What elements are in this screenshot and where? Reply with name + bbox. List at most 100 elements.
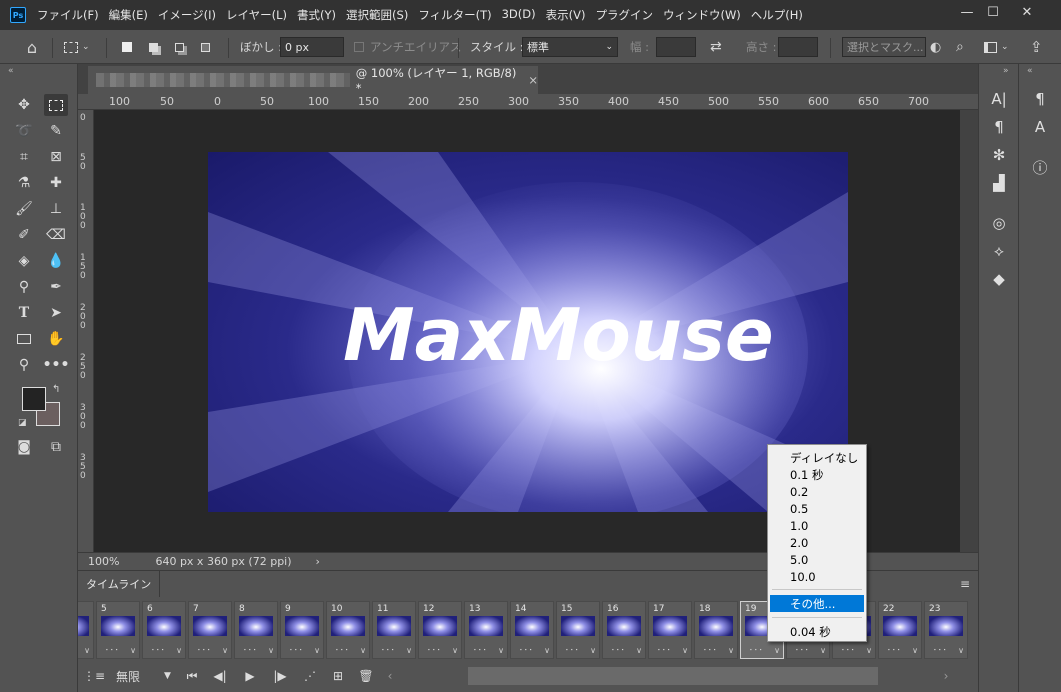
character-styles-icon[interactable]: A (1027, 116, 1053, 138)
play-icon[interactable]: ▶ (240, 663, 260, 689)
history-brush-tool-icon[interactable]: ✐ (12, 224, 36, 246)
timeline-scrollbar-thumb[interactable] (468, 667, 878, 685)
frame-delay-icon[interactable]: ⠂⠂⠂ (151, 646, 167, 655)
frame-delay-icon[interactable]: ⠂⠂⠂ (243, 646, 259, 655)
paint-bucket-tool-icon[interactable]: ◈ (12, 250, 36, 272)
swap-icon[interactable]: ⇄ (710, 30, 722, 64)
frame-delay-icon[interactable]: ⠂⠂⠂ (105, 646, 121, 655)
delay-option[interactable]: 0.5 (770, 500, 864, 517)
chevron-down-icon[interactable]: ∨ (84, 646, 90, 655)
animation-frame[interactable]: 16 ⠂⠂⠂ ∨ (602, 601, 646, 659)
animation-frame[interactable]: 18 ⠂⠂⠂ ∨ (694, 601, 738, 659)
move-tool-icon[interactable]: ✥ (12, 94, 36, 116)
lasso-tool-icon[interactable]: ➰ (12, 120, 36, 142)
workspace-icon[interactable]: ⌄ (984, 30, 1009, 64)
type-tool-icon[interactable]: T (12, 302, 36, 324)
menu-plugins[interactable]: プラグイン (590, 7, 658, 23)
menu-file[interactable]: ファイル(F) (32, 7, 104, 23)
eyedropper-tool-icon[interactable]: ⚗ (12, 172, 36, 194)
frame-delay-icon[interactable]: ⠂⠂⠂ (933, 646, 949, 655)
frame-delay-icon[interactable]: ⠂⠂⠂ (289, 646, 305, 655)
animation-frame[interactable]: 6 ⠂⠂⠂ ∨ (142, 601, 186, 659)
chevron-down-icon[interactable]: ∨ (866, 646, 872, 655)
chevron-down-icon[interactable]: ∨ (590, 646, 596, 655)
document-tab[interactable]: @ 100% (レイヤー 1, RGB/8) * × (88, 66, 538, 95)
animation-frame[interactable]: 12 ⠂⠂⠂ ∨ (418, 601, 462, 659)
chevron-down-icon[interactable]: ∨ (406, 646, 412, 655)
vertical-scrollbar[interactable] (960, 110, 978, 552)
document-canvas[interactable]: MaxMouse (208, 152, 848, 512)
height-input[interactable] (778, 37, 818, 57)
chevron-down-icon[interactable]: ∨ (820, 646, 826, 655)
menu-window[interactable]: ウィンドウ(W) (658, 7, 746, 23)
info-panel-icon[interactable]: ⓘ (1027, 156, 1053, 178)
chevron-down-icon[interactable]: ∨ (314, 646, 320, 655)
menu-help[interactable]: ヘルプ(H) (746, 7, 808, 23)
frame-delay-icon[interactable]: ⠂⠂⠂ (657, 646, 673, 655)
frame-delay-icon[interactable]: ⠂⠂⠂ (473, 646, 489, 655)
paragraph-panel-icon[interactable]: ¶ (986, 116, 1012, 138)
chevron-down-icon[interactable]: ∨ (774, 646, 780, 655)
maximize-button[interactable]: ☐ (976, 0, 1010, 24)
animation-frame[interactable]: 5 ⠂⠂⠂ ∨ (96, 601, 140, 659)
chevron-down-icon[interactable]: ∨ (268, 646, 274, 655)
select-and-mask-button[interactable]: 選択とマスク... (842, 37, 926, 57)
animation-frame[interactable]: 15 ⠂⠂⠂ ∨ (556, 601, 600, 659)
marquee-preset-icon[interactable]: ⌄ (64, 30, 98, 64)
delay-option-other[interactable]: その他... (770, 595, 864, 612)
animation-frame[interactable]: 13 ⠂⠂⠂ ∨ (464, 601, 508, 659)
foreground-color-swatch[interactable] (22, 387, 46, 411)
photoshop-logo-icon[interactable]: Ps (10, 7, 26, 23)
chevron-down-icon[interactable]: ∨ (176, 646, 182, 655)
screen-mode-icon[interactable]: ⧉ (44, 436, 68, 458)
close-tab-icon[interactable]: × (528, 73, 538, 87)
hand-tool-icon[interactable]: ✋ (44, 328, 68, 350)
frame-delay-icon[interactable]: ⠂⠂⠂ (887, 646, 903, 655)
paths-panel-icon[interactable]: ⟡ (986, 240, 1012, 262)
channels-panel-icon[interactable]: ◎ (986, 212, 1012, 234)
new-selection-icon[interactable] (116, 30, 138, 64)
next-frame-icon[interactable]: |▶ (270, 663, 290, 689)
animation-frame[interactable]: 14 ⠂⠂⠂ ∨ (510, 601, 554, 659)
animation-frame[interactable]: 8 ⠂⠂⠂ ∨ (234, 601, 278, 659)
animation-frame[interactable]: 9 ⠂⠂⠂ ∨ (280, 601, 324, 659)
frame-delay-icon[interactable]: ⠂⠂⠂ (611, 646, 627, 655)
delay-option[interactable]: 2.0 (770, 534, 864, 551)
frame-delay-icon[interactable]: ⠂⠂⠂ (381, 646, 397, 655)
duplicate-frame-icon[interactable]: ⊞ (328, 663, 348, 689)
paragraph-styles-icon[interactable]: ¶ (1027, 88, 1053, 110)
crop-tool-icon[interactable]: ⌗ (12, 146, 36, 168)
first-frame-icon[interactable]: ⏮ (182, 663, 202, 689)
chevron-down-icon[interactable]: ∨ (728, 646, 734, 655)
subtract-selection-icon[interactable] (168, 30, 190, 64)
search-icon[interactable]: ⌕ (956, 30, 964, 64)
chevron-down-icon[interactable]: ∨ (636, 646, 642, 655)
info-menu-icon[interactable]: › (316, 555, 320, 568)
animation-frame[interactable]: 7 ⠂⠂⠂ ∨ (188, 601, 232, 659)
feather-input[interactable]: 0 px (280, 37, 344, 57)
more-tools-icon[interactable]: ••• (43, 354, 70, 376)
quick-select-tool-icon[interactable]: ✎ (44, 120, 68, 142)
width-input[interactable] (656, 37, 696, 57)
chevron-down-icon[interactable]: ∨ (130, 646, 136, 655)
scroll-right-icon[interactable]: › (940, 663, 952, 689)
healing-brush-tool-icon[interactable]: ✚ (44, 172, 68, 194)
frame-delay-icon[interactable]: ⠂⠂⠂ (427, 646, 443, 655)
delay-option[interactable]: ディレイなし (770, 449, 864, 466)
brush-tool-icon[interactable]: 🖌 (12, 198, 36, 220)
path-selection-tool-icon[interactable]: ➤ (44, 302, 68, 324)
share-icon[interactable]: ⇪ (1030, 30, 1043, 64)
expand-panel-icon[interactable]: « (1027, 66, 1033, 76)
animation-frame[interactable]: ⠂⠂⠂∨ (78, 601, 94, 659)
chevron-down-icon[interactable]: ∨ (544, 646, 550, 655)
layers-panel-icon[interactable]: ◆ (986, 268, 1012, 290)
character-panel-icon[interactable]: A| (986, 88, 1012, 110)
menu-edit[interactable]: 編集(E) (104, 7, 153, 23)
frame-delay-icon[interactable]: ⠂⠂⠂ (519, 646, 535, 655)
collapse-panel-icon[interactable]: « (8, 66, 14, 76)
frame-delay-icon[interactable]: ⠂⠂⠂ (335, 646, 351, 655)
delay-option[interactable]: 10.0 (770, 568, 864, 585)
tween-icon[interactable]: ⋰ (300, 663, 320, 689)
blur-tool-icon[interactable]: 💧 (44, 250, 68, 272)
chevron-down-icon[interactable]: ∨ (360, 646, 366, 655)
